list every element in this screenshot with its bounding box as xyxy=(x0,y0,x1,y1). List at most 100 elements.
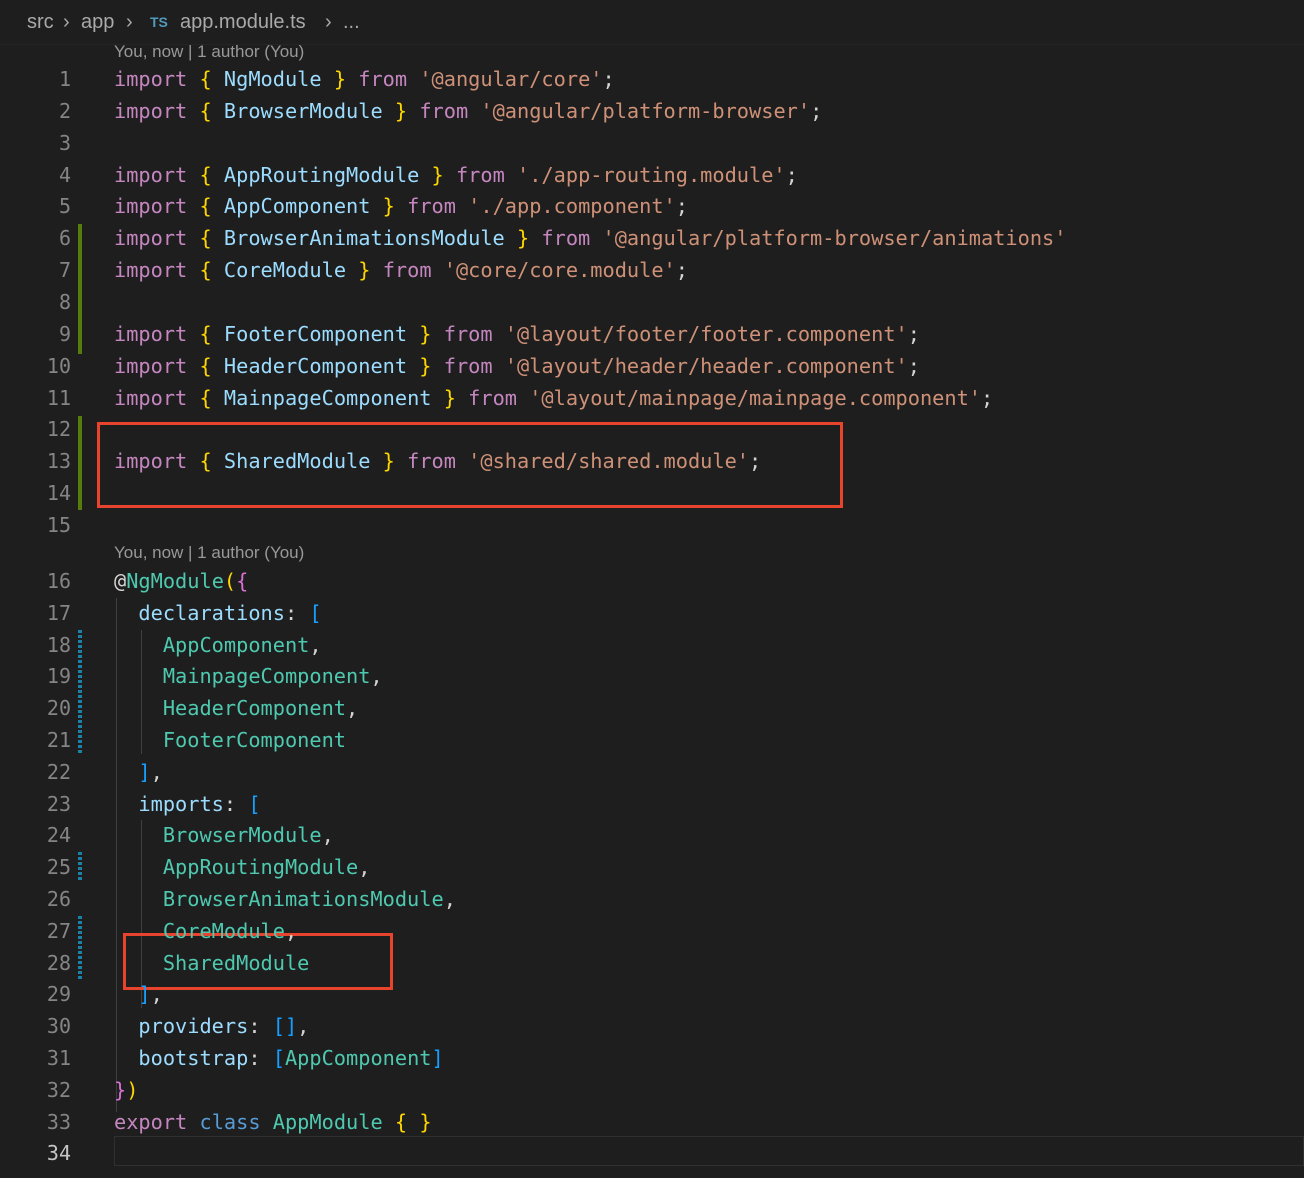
code-line[interactable]: BrowserAnimationsModule, xyxy=(114,884,456,914)
code-line[interactable]: CoreModule, xyxy=(114,916,297,946)
code-token: class xyxy=(199,1109,261,1134)
git-modified-marker[interactable] xyxy=(78,852,82,882)
code-line[interactable]: import { BrowserModule } from '@angular/… xyxy=(114,96,822,126)
code-token: '@layout/mainpage/mainpage.component' xyxy=(529,385,982,410)
code-token: from xyxy=(468,385,517,410)
code-token: from xyxy=(443,353,493,378)
breadcrumb-item-file[interactable]: app.module.ts xyxy=(180,10,306,34)
code-token: } xyxy=(333,67,347,91)
code-line[interactable]: SharedModule xyxy=(114,948,310,978)
code-line[interactable]: bootstrap: [AppComponent] xyxy=(114,1043,444,1073)
code-line[interactable]: export class AppModule { } xyxy=(114,1107,432,1137)
git-modified-marker[interactable] xyxy=(78,916,82,980)
code-token: SharedModule xyxy=(223,449,371,474)
code-token: } xyxy=(394,98,408,123)
code-line[interactable]: HeaderComponent, xyxy=(114,693,358,723)
line-number: 26 xyxy=(46,887,71,911)
code-line[interactable]: import { NgModule } from '@angular/core'… xyxy=(114,64,615,94)
code-token: { xyxy=(199,449,212,474)
codelens-blame[interactable]: You, now | 1 author (You) xyxy=(114,542,304,564)
code-line[interactable]: AppComponent, xyxy=(114,630,322,660)
code-token: NgModule xyxy=(126,569,224,593)
code-token: import xyxy=(114,385,188,410)
code-line[interactable]: import { AppComponent } from './app.comp… xyxy=(114,191,688,221)
code-token: ] xyxy=(431,1046,444,1070)
breadcrumb-item-symbols[interactable]: ... xyxy=(343,10,360,34)
code-line[interactable]: declarations: [ xyxy=(114,598,321,628)
code-line[interactable]: providers: [], xyxy=(114,1011,309,1041)
code-token: BrowserModule xyxy=(162,823,322,848)
code-token: , xyxy=(346,696,359,721)
code-line[interactable]: }) xyxy=(114,1075,138,1105)
code-token: ; xyxy=(749,449,762,474)
code-token: './app-routing.module' xyxy=(517,162,786,187)
code-line[interactable]: import { SharedModule } from '@shared/sh… xyxy=(114,446,761,476)
code-line[interactable]: import { AppRoutingModule } from './app-… xyxy=(114,160,798,190)
code-line[interactable]: @NgModule({ xyxy=(114,566,248,596)
line-number: 2 xyxy=(58,98,71,123)
breadcrumb-item-src[interactable]: src xyxy=(27,10,54,34)
code-token: } xyxy=(382,194,395,219)
code-token: providers xyxy=(138,1014,249,1039)
code-token: } xyxy=(382,449,395,474)
code-token: HeaderComponent xyxy=(162,696,346,721)
code-token: { xyxy=(199,162,212,187)
code-line[interactable]: AppRoutingModule, xyxy=(114,852,371,882)
code-token: CoreModule xyxy=(223,258,347,283)
code-line[interactable]: ], xyxy=(114,757,162,787)
code-line[interactable]: imports: [ xyxy=(114,789,261,819)
line-number: 22 xyxy=(46,759,71,784)
code-line[interactable]: import { FooterComponent } from '@layout… xyxy=(114,319,920,349)
git-modified-marker[interactable] xyxy=(78,630,82,754)
code-token: from xyxy=(443,321,493,346)
code-token: ) xyxy=(126,1077,139,1102)
code-token: bootstrap xyxy=(138,1046,249,1070)
code-token: ; xyxy=(785,162,798,187)
code-line[interactable]: MainpageComponent, xyxy=(114,661,383,691)
code-line[interactable]: import { HeaderComponent } from '@layout… xyxy=(114,351,920,381)
codelens-blame[interactable]: You, now | 1 author (You) xyxy=(114,41,304,63)
code-editor[interactable]: You, now | 1 author (You) You, now | 1 a… xyxy=(0,41,1304,1178)
code-token: } xyxy=(431,162,444,187)
code-token: [ xyxy=(248,791,261,816)
line-number: 23 xyxy=(46,791,71,816)
line-number: 9 xyxy=(58,321,71,346)
code-line[interactable]: FooterComponent xyxy=(114,725,346,755)
code-line[interactable]: import { BrowserAnimationsModule } from … xyxy=(114,223,1066,253)
code-token: ; xyxy=(981,385,994,410)
git-added-marker[interactable] xyxy=(78,224,82,354)
code-token: { xyxy=(199,194,212,219)
code-line[interactable]: import { CoreModule } from '@core/core.m… xyxy=(114,255,688,285)
code-token: MainpageComponent xyxy=(223,385,432,410)
code-token: , xyxy=(309,632,322,657)
git-added-marker[interactable] xyxy=(78,416,82,510)
code-token: ; xyxy=(907,353,920,378)
breadcrumb-item-app[interactable]: app xyxy=(81,10,114,34)
code-line[interactable]: BrowserModule, xyxy=(114,820,334,850)
chevron-right-icon: › xyxy=(325,11,332,33)
code-token: './app.component' xyxy=(468,194,676,219)
code-token: BrowserModule xyxy=(223,98,383,123)
chevron-right-icon: › xyxy=(126,11,133,33)
code-line[interactable]: ], xyxy=(114,979,162,1009)
code-line[interactable]: import { MainpageComponent } from '@layo… xyxy=(114,383,993,413)
